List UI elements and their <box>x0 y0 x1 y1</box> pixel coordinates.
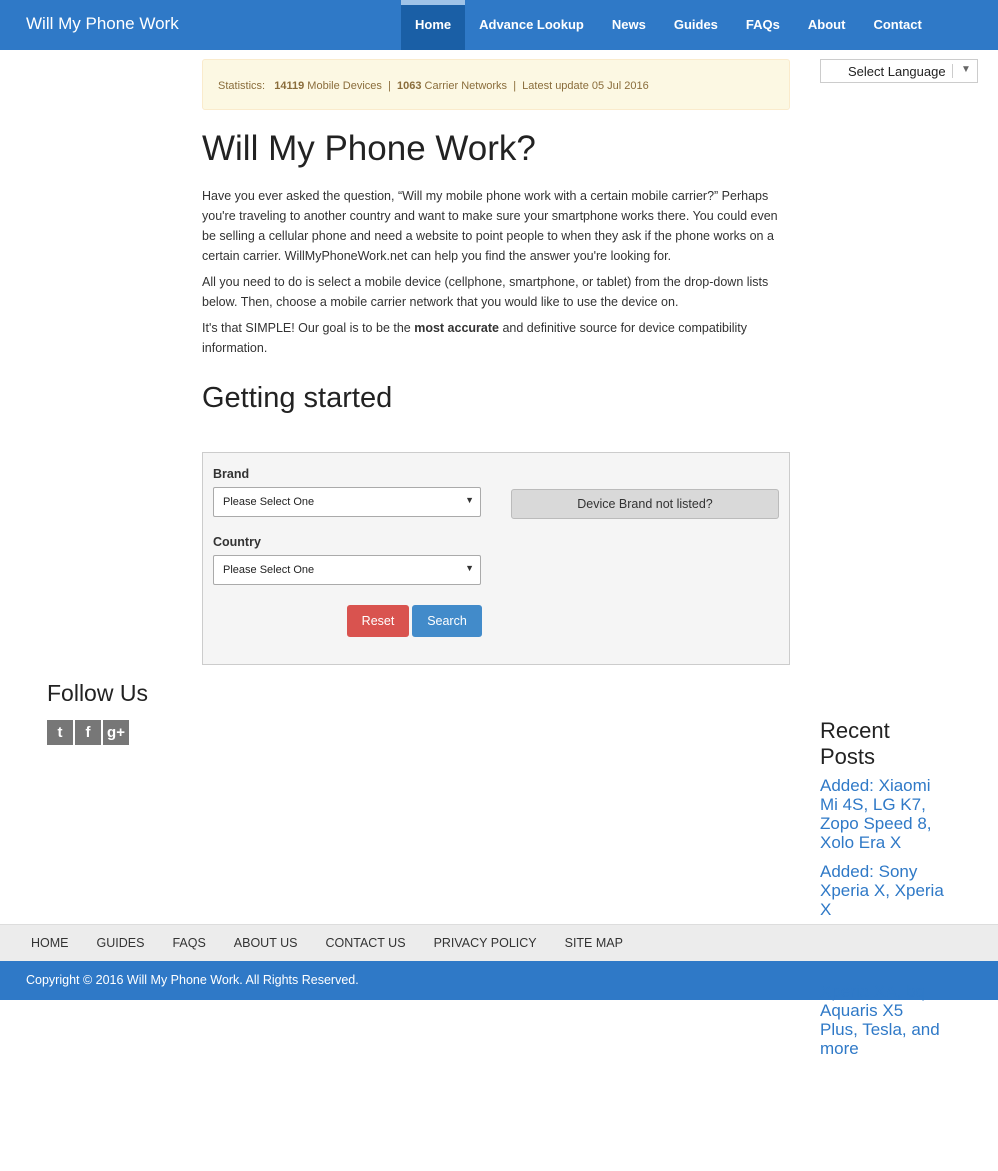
recent-post-link[interactable]: Added: Xiaomi Mi 4S, LG K7, Zopo Speed 8… <box>820 776 945 852</box>
getting-started-heading: Getting started <box>202 382 393 414</box>
footer-link-privacy[interactable]: PRIVACY POLICY <box>420 925 551 962</box>
main-content: Will My Phone Work? Have you ever asked … <box>202 128 790 416</box>
top-navbar: Will My Phone Work Home Advance Lookup N… <box>0 0 998 50</box>
nav-advance-lookup[interactable]: Advance Lookup <box>465 0 598 50</box>
stats-prefix: Statistics: <box>218 80 266 92</box>
google-plus-icon[interactable]: g+ <box>103 720 129 745</box>
intro-paragraph-1: Have you ever asked the question, “Will … <box>202 189 778 263</box>
footer-link-about[interactable]: ABOUT US <box>220 925 312 962</box>
brand-select[interactable]: Please Select One ▼ <box>213 487 481 517</box>
recent-posts-heading: Recent Posts <box>820 718 890 769</box>
country-select[interactable]: Please Select One ▼ <box>213 555 481 585</box>
footer-link-guides[interactable]: GUIDES <box>83 925 159 962</box>
stats-devices-count: 14119 <box>274 80 305 92</box>
footer-link-contact[interactable]: CONTACT US <box>311 925 419 962</box>
social-links: t f g+ <box>47 720 129 745</box>
search-button[interactable]: Search <box>412 605 482 637</box>
nav-faqs[interactable]: FAQs <box>732 0 794 50</box>
footer-link-home[interactable]: HOME <box>17 925 83 962</box>
nav-news[interactable]: News <box>598 0 660 50</box>
country-label: Country <box>213 535 261 549</box>
language-select[interactable]: Select Language ▼ <box>820 59 978 83</box>
page-title: Will My Phone Work? <box>202 129 536 168</box>
nav-about[interactable]: About <box>794 0 860 50</box>
stats-devices-label: Mobile Devices <box>307 80 382 92</box>
reset-button[interactable]: Reset <box>347 605 409 637</box>
intro-p3-start: It's that SIMPLE! Our goal is to be the <box>202 321 415 335</box>
stats-last-update: Latest update 05 Jul 2016 <box>522 80 649 92</box>
copyright-text: Copyright © 2016 Will My Phone Work. All… <box>26 973 359 987</box>
nav-guides[interactable]: Guides <box>660 0 732 50</box>
site-brand-link[interactable]: Will My Phone Work <box>26 14 179 34</box>
intro-paragraph-3: It's that SIMPLE! Our goal is to be the … <box>202 318 790 358</box>
recent-posts: Recent Posts Added: Xiaomi Mi 4S, LG K7,… <box>820 718 945 929</box>
country-select-value: Please Select One <box>223 564 315 576</box>
intro-p3-emphasis: most accurate <box>414 321 499 335</box>
follow-us-heading: Follow Us <box>47 680 148 706</box>
recent-post-link[interactable]: Added: Sony Xperia X, Xperia X <box>820 862 945 919</box>
chevron-down-icon: ▼ <box>465 563 474 573</box>
recent-post-link[interactable]: Xperia XA, bq Aquaris X5 Plus, Tesla, an… <box>820 982 945 1058</box>
intro-paragraph-2: All you need to do is select a mobile de… <box>202 275 769 309</box>
recent-posts-overflow: Xperia XA, bq Aquaris X5 Plus, Tesla, an… <box>820 982 945 1068</box>
stats-separator: | <box>388 80 391 92</box>
stats-carriers-label: Carrier Networks <box>424 80 508 92</box>
chevron-down-icon: ▼ <box>465 495 474 505</box>
stats-separator: | <box>513 80 517 92</box>
statistics-alert: Statistics: 14119 Mobile Devices | 1063 … <box>202 59 790 110</box>
language-select-label: Select Language <box>848 64 946 79</box>
stats-carriers-count: 1063 <box>397 80 422 92</box>
brand-label: Brand <box>213 467 250 481</box>
nav-home[interactable]: Home <box>401 0 466 50</box>
footer-nav: HOME GUIDES FAQS ABOUT US CONTACT US PRI… <box>0 924 998 961</box>
lookup-form: Brand Please Select One ▼ Device Brand n… <box>202 452 790 665</box>
language-divider <box>952 64 953 78</box>
facebook-icon[interactable]: f <box>75 720 101 745</box>
twitter-icon[interactable]: t <box>47 720 73 745</box>
page: Will My Phone Work Home Advance Lookup N… <box>0 0 998 1171</box>
footer-link-sitemap[interactable]: SITE MAP <box>551 925 637 962</box>
chevron-down-icon: ▼ <box>961 64 971 75</box>
brand-not-listed-button[interactable]: Device Brand not listed? <box>511 489 779 519</box>
main-nav: Home Advance Lookup News Guides FAQs Abo… <box>401 0 936 50</box>
brand-select-value: Please Select One <box>223 496 315 508</box>
footer-link-faqs[interactable]: FAQS <box>158 925 219 962</box>
nav-contact[interactable]: Contact <box>859 0 935 50</box>
